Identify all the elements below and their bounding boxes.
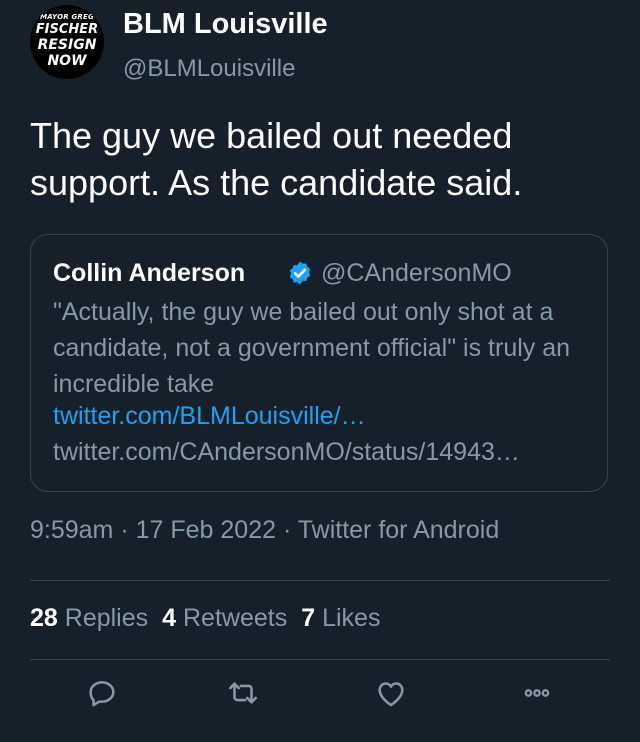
- reply-button[interactable]: [85, 676, 119, 710]
- avatar-text-line4: NOW: [47, 53, 87, 69]
- retweets-label: Retweets: [183, 604, 288, 632]
- replies-count: 28: [30, 604, 58, 632]
- retweet-button[interactable]: [226, 676, 260, 710]
- replies-label: Replies: [64, 604, 149, 632]
- engagement-stats: 28 Replies 4 Retweets 7 Likes: [30, 604, 380, 633]
- avatar[interactable]: MAYOR GREG FISCHER RESIGN NOW: [30, 5, 104, 79]
- avatar-text-line3: RESIGN: [37, 37, 97, 53]
- likes-count: 7: [301, 604, 316, 632]
- likes-stat[interactable]: 7 Likes: [301, 604, 380, 632]
- retweets-stat[interactable]: 4 Retweets: [162, 604, 287, 632]
- like-button[interactable]: [374, 676, 408, 710]
- divider: [30, 659, 610, 660]
- avatar-text-line2: FISCHER: [35, 22, 99, 37]
- quoted-status-link[interactable]: twitter.com/CAndersonMO/status/14943…: [53, 438, 520, 467]
- tweet-text: The guy we bailed out needed support. As…: [30, 115, 523, 203]
- like-icon: [378, 682, 404, 707]
- user-handle[interactable]: @BLMLouisville: [123, 55, 295, 83]
- more-icon: [524, 689, 550, 697]
- quoted-text: "Actually, the guy we bailed out only sh…: [53, 298, 571, 398]
- retweet-icon: [228, 682, 258, 704]
- display-name[interactable]: BLM Louisville: [123, 8, 328, 41]
- likes-label: Likes: [322, 604, 381, 632]
- reply-icon: [89, 681, 115, 707]
- tweet-detail: MAYOR GREG FISCHER RESIGN NOW BLM Louisv…: [0, 0, 640, 742]
- quoted-handle: @CAndersonMO: [321, 259, 512, 287]
- replies-stat[interactable]: 28 Replies: [30, 604, 148, 632]
- retweets-count: 4: [162, 604, 177, 632]
- avatar-text-line1: MAYOR GREG: [40, 13, 94, 21]
- action-bar: [0, 672, 640, 714]
- quoted-display-name: Collin Anderson: [53, 259, 246, 287]
- quoted-link[interactable]: twitter.com/BLMLouisville/…: [53, 402, 366, 431]
- divider: [30, 580, 610, 581]
- quoted-tweet[interactable]: Collin Anderson @CAndersonMO "Actually, …: [30, 234, 608, 492]
- tweet-timestamp[interactable]: 9:59am · 17 Feb 2022 · Twitter for Andro…: [30, 516, 499, 545]
- more-options-button[interactable]: [520, 676, 554, 710]
- verified-badge-icon: [289, 261, 311, 285]
